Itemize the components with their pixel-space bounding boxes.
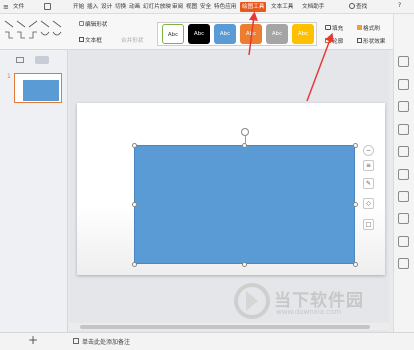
annotation-arrow-2: [306, 32, 334, 102]
annotation-arrow-1: [248, 11, 258, 56]
annotation-arrows: [248, 11, 334, 102]
